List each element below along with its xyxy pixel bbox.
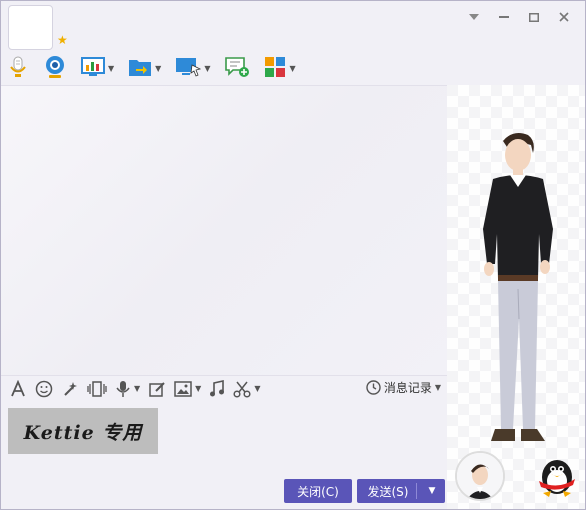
webcam-icon [43,55,67,82]
chevron-down-icon[interactable]: ▼ [204,64,210,73]
image-icon[interactable]: ▼ [174,379,201,399]
chevron-down-icon[interactable]: ▼ [289,64,295,73]
message-history-label: 消息记录 [383,381,432,395]
video-call-button[interactable] [43,54,67,82]
file-transfer-button[interactable]: ▼ [128,54,161,82]
close-button[interactable]: 关闭(C) [284,479,352,503]
qq-penguin-logo [533,453,581,500]
chevron-down-icon[interactable]: ▼ [195,384,201,393]
chevron-down-icon[interactable]: ▼ [108,64,114,73]
title-bar: ★ [1,1,585,51]
chat-window: ★ ▼ ▼ ▼ ▼ ▼ ▼ ▼ 消息记录 ▼ Kettie 专用 关闭(C) 发… [0,0,586,510]
contact-avatar[interactable] [8,5,53,50]
edit-icon[interactable] [148,379,166,399]
apps-grid-icon [264,56,286,81]
contact-show-panel [447,85,585,509]
chevron-down-icon: ▼ [434,383,441,392]
scissors-icon[interactable]: ▼ [233,379,260,399]
voice-message-icon[interactable]: ▼ [115,379,140,399]
main-toolbar: ▼ ▼ ▼ ▼ [1,51,585,85]
chevron-down-icon[interactable]: ▼ [155,64,161,73]
signature-image: Kettie 专用 [8,408,158,454]
message-input-area[interactable]: Kettie 专用 [1,401,447,475]
message-history-button[interactable]: 消息记录 ▼ [366,379,441,396]
window-controls [461,7,577,27]
magic-wand-icon[interactable] [61,379,79,399]
music-icon[interactable] [209,379,225,399]
new-chat-icon [224,56,250,81]
microphone-icon [7,55,29,82]
input-toolbar: ▼ ▼ ▼ 消息记录 ▼ [1,375,447,401]
avatar-character-illustration [483,133,553,441]
send-button-label: 发送(S) [367,484,409,499]
clock-icon [366,380,381,395]
apps-button[interactable]: ▼ [264,54,296,82]
emoji-icon[interactable] [35,379,53,399]
screen-share-button[interactable]: ▼ [81,54,114,82]
voice-call-button[interactable] [7,54,29,82]
dropdown-menu-icon[interactable] [461,7,487,27]
new-discussion-button[interactable] [224,54,250,82]
screen-share-icon [81,56,105,80]
chevron-down-icon[interactable]: ▼ [254,384,260,393]
folder-transfer-icon [128,57,152,80]
maximize-icon[interactable] [521,7,547,27]
window-shake-icon[interactable] [87,379,107,399]
friend-avatar[interactable] [455,451,505,501]
remote-desktop-button[interactable]: ▼ [175,54,210,82]
message-display-area[interactable] [1,85,447,376]
minimize-icon[interactable] [491,7,517,27]
action-bar: 关闭(C) 发送(S) ▼ [1,475,447,509]
signature-text: Kettie 专用 [23,421,143,444]
remote-desktop-icon [175,57,202,80]
chevron-down-icon[interactable]: ▼ [134,384,140,393]
send-options-chevron-icon[interactable]: ▼ [419,479,445,503]
send-divider [416,483,417,499]
star-icon: ★ [57,33,68,47]
close-icon[interactable] [551,7,577,27]
font-icon[interactable] [9,379,27,399]
